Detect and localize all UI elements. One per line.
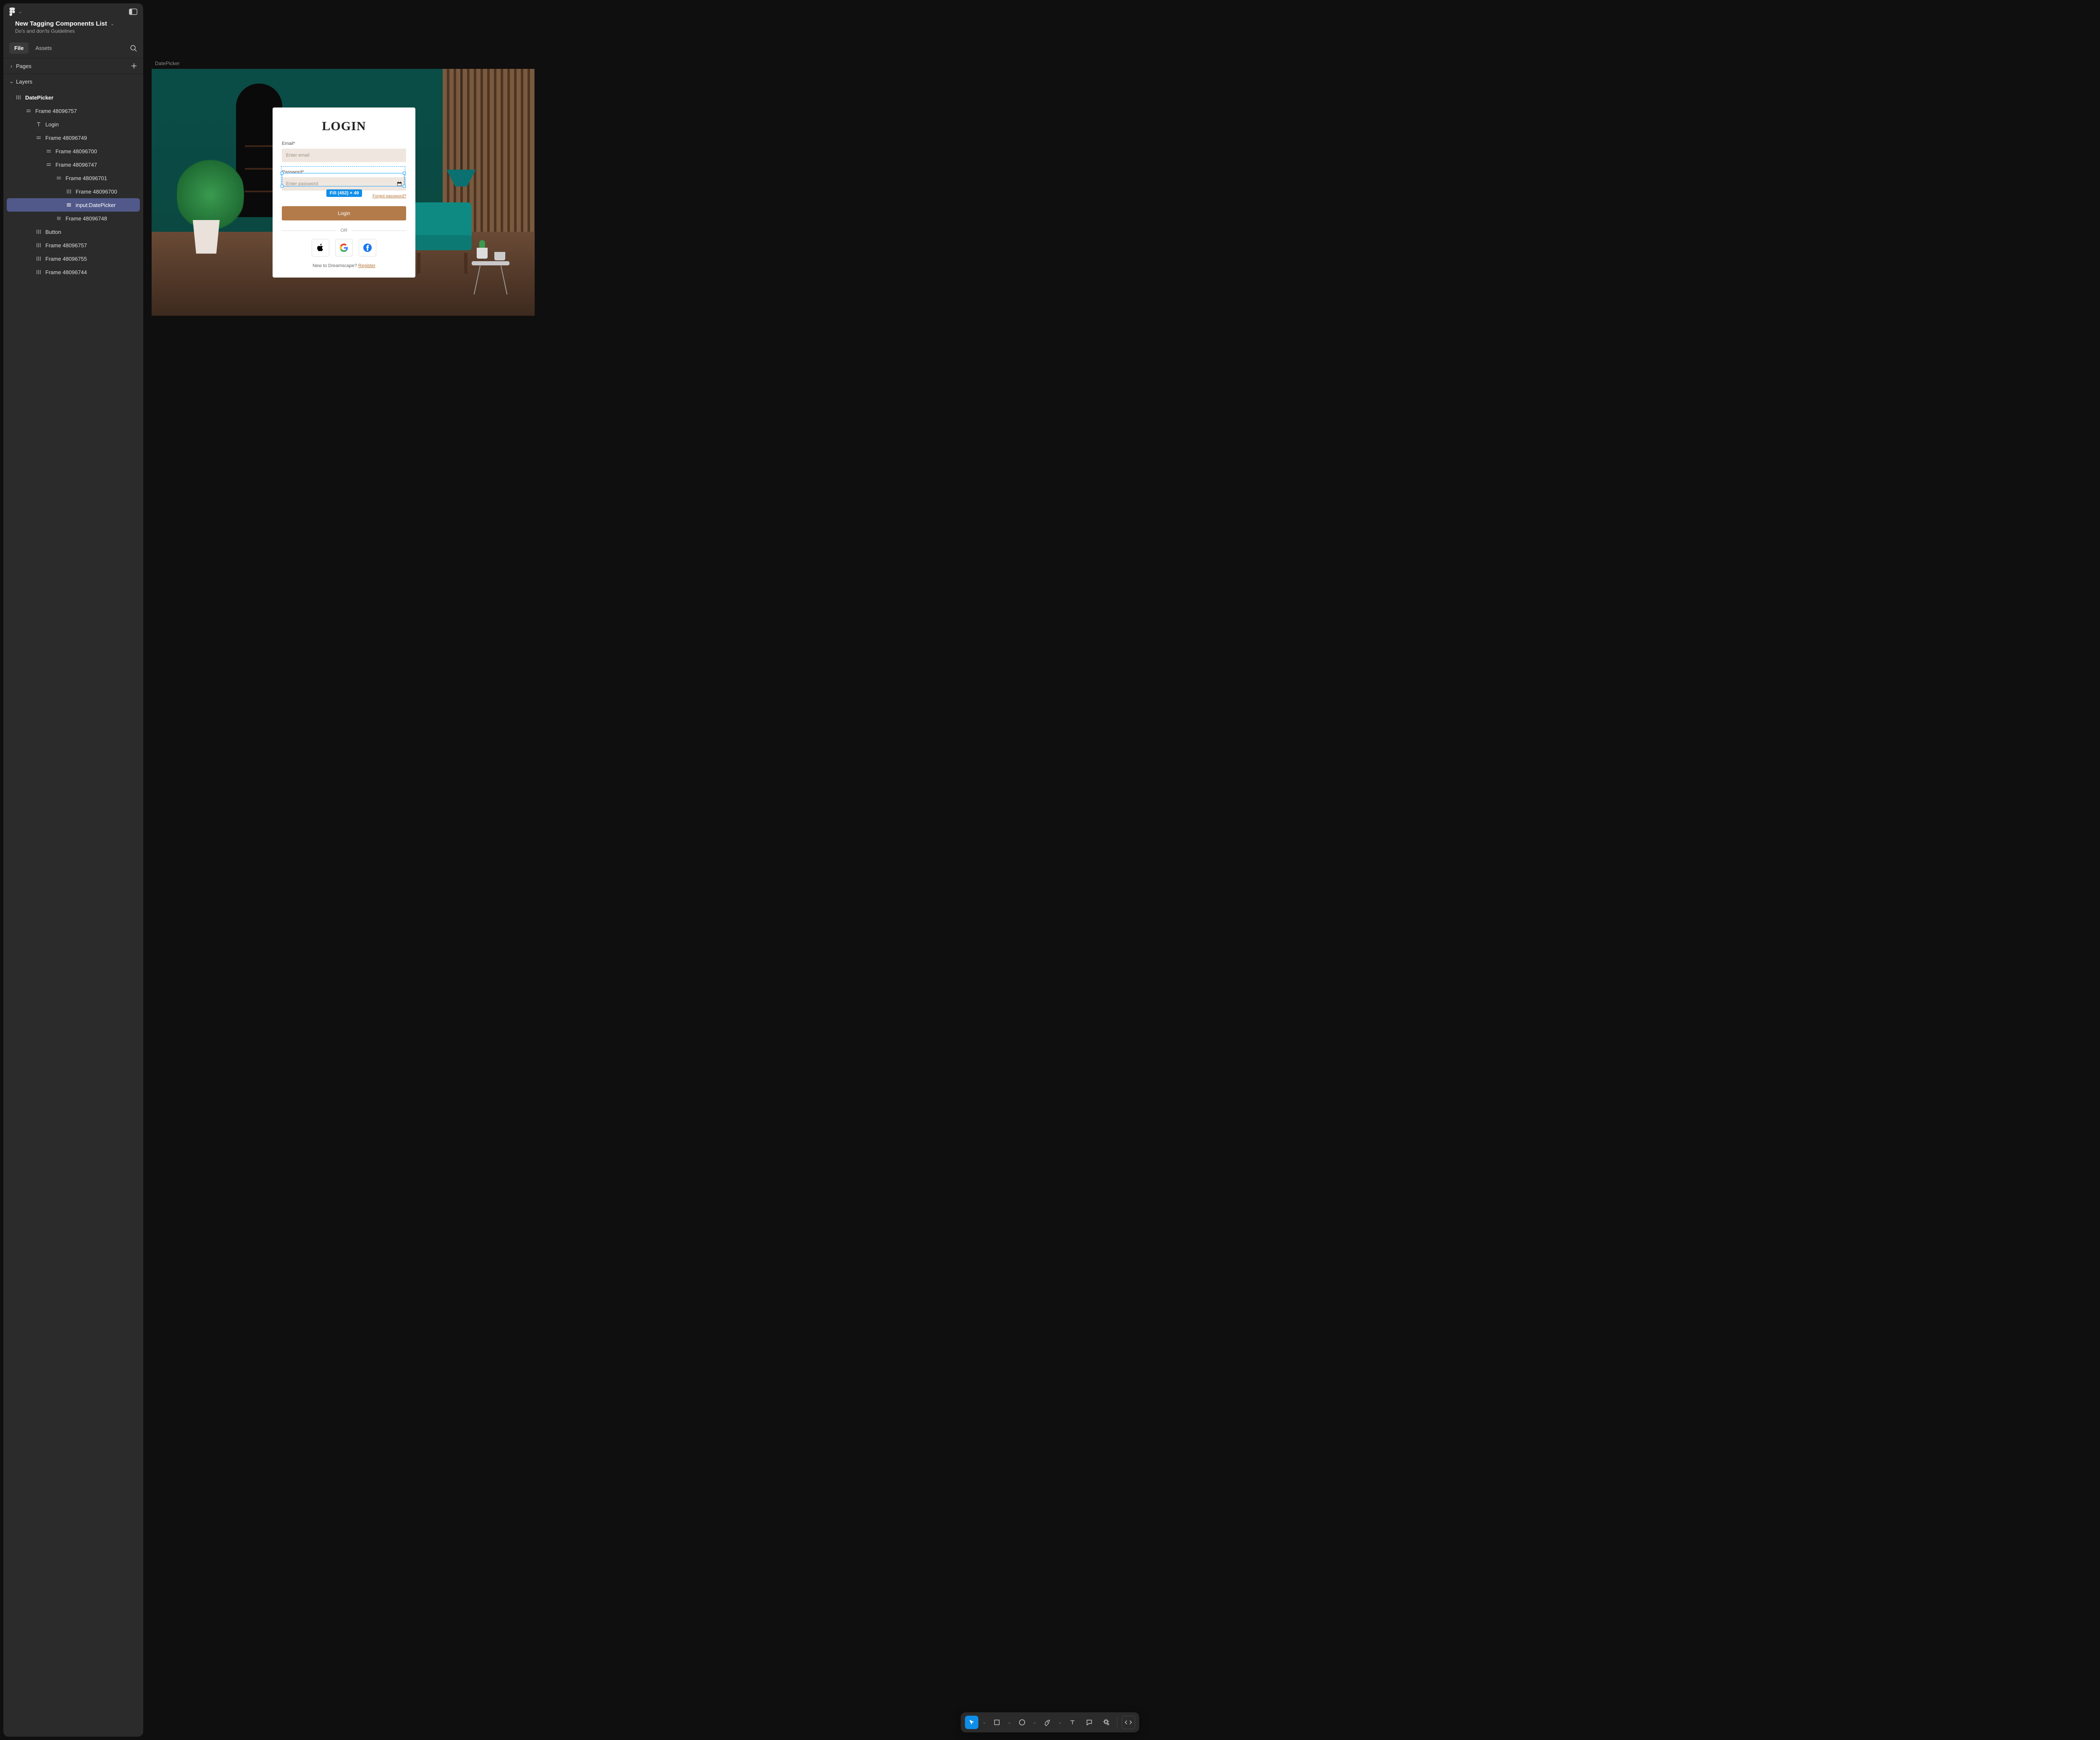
bars-v-icon bbox=[35, 255, 42, 262]
layer-row[interactable]: Frame 48096757 bbox=[7, 238, 140, 252]
layer-label: Frame 48096700 bbox=[76, 189, 117, 195]
login-title: LOGIN bbox=[282, 119, 406, 134]
frame-tool-chevron[interactable]: ⌄ bbox=[1007, 1720, 1012, 1725]
bars-v-icon bbox=[35, 242, 42, 249]
layer-label: Frame 48096747 bbox=[55, 162, 97, 168]
move-tool-chevron[interactable]: ⌄ bbox=[982, 1720, 987, 1725]
apple-login-button[interactable] bbox=[312, 239, 329, 257]
armchair bbox=[413, 202, 472, 261]
layer-row[interactable]: Frame 48096744 bbox=[7, 265, 140, 279]
layer-label: Frame 48096744 bbox=[45, 269, 87, 275]
google-login-button[interactable] bbox=[335, 239, 353, 257]
bars-h-icon bbox=[66, 202, 72, 208]
email-placeholder: Enter email bbox=[286, 153, 310, 158]
bars-v-icon bbox=[35, 228, 42, 235]
bars-v-icon bbox=[15, 94, 22, 101]
apple-icon bbox=[317, 244, 324, 252]
calendar-icon[interactable] bbox=[397, 181, 402, 186]
layer-label: Login bbox=[45, 121, 59, 128]
pen-tool-button[interactable] bbox=[1041, 1716, 1054, 1729]
move-tool-button[interactable] bbox=[965, 1716, 979, 1729]
frame-tool-button[interactable] bbox=[990, 1716, 1004, 1729]
stage-frame[interactable]: LOGIN Email* Enter email Password* Enter… bbox=[152, 69, 535, 316]
lines-h-icon bbox=[45, 161, 52, 168]
dev-mode-button[interactable] bbox=[1122, 1716, 1135, 1729]
layer-label: DatePicker bbox=[25, 94, 53, 101]
side-table bbox=[472, 261, 509, 265]
lamp-cord bbox=[461, 69, 462, 170]
layer-label: Frame 48096700 bbox=[55, 148, 97, 155]
layer-label: Frame 48096757 bbox=[45, 242, 87, 249]
toolbar-separator bbox=[1117, 1717, 1118, 1727]
layer-row[interactable]: Frame 48096749 bbox=[7, 131, 140, 144]
layer-row[interactable]: Frame 48096748 bbox=[7, 212, 140, 225]
password-field[interactable]: Enter password bbox=[282, 177, 406, 191]
layer-row[interactable]: Frame 48096747 bbox=[7, 158, 140, 171]
comment-tool-button[interactable] bbox=[1083, 1716, 1096, 1729]
password-label: Password* bbox=[282, 170, 406, 175]
chevron-down-icon: ⌄ bbox=[9, 78, 13, 85]
pages-section-header[interactable]: ›Pages bbox=[3, 58, 143, 74]
bars-v-icon bbox=[35, 269, 42, 275]
layer-row[interactable]: Frame 48096701 bbox=[7, 171, 140, 185]
lines-h-icon bbox=[35, 134, 42, 141]
shape-tool-chevron[interactable]: ⌄ bbox=[1032, 1720, 1037, 1725]
left-panel: ⌄ New Tagging Components List ⌄ Do's and… bbox=[3, 3, 143, 1737]
chevron-down-icon: ⌄ bbox=[18, 10, 22, 14]
layer-row[interactable]: Frame 48096757 bbox=[7, 104, 140, 118]
layer-row[interactable]: Login bbox=[7, 118, 140, 131]
facebook-login-button[interactable] bbox=[359, 239, 376, 257]
tab-file[interactable]: File bbox=[9, 42, 29, 54]
or-divider: OR bbox=[282, 228, 406, 233]
text-icon bbox=[35, 121, 42, 128]
project-title[interactable]: New Tagging Components List bbox=[15, 20, 107, 27]
lines-h-icon bbox=[25, 107, 32, 114]
layers-tree: DatePicker Frame 48096757 Login Frame 48096… bbox=[3, 89, 143, 1737]
layer-label: Frame 48096701 bbox=[66, 175, 107, 181]
layer-label: Frame 48096748 bbox=[66, 215, 107, 222]
chevron-down-icon[interactable]: ⌄ bbox=[110, 21, 114, 26]
canvas[interactable]: DatePicker LOGIN Email* bbox=[143, 0, 2100, 1740]
layer-row[interactable]: Frame 48096700 bbox=[7, 144, 140, 158]
figma-menu[interactable]: ⌄ bbox=[9, 8, 22, 16]
figma-logo-icon bbox=[9, 8, 16, 16]
search-icon[interactable] bbox=[130, 45, 137, 52]
bars-v-icon bbox=[66, 188, 72, 195]
add-page-button[interactable] bbox=[131, 63, 137, 69]
layer-label: Frame 48096755 bbox=[45, 256, 87, 262]
layer-label: Frame 48096757 bbox=[35, 108, 77, 114]
bars-vs-icon bbox=[55, 215, 62, 222]
layer-row[interactable]: input:DatePicker bbox=[7, 198, 140, 212]
layer-label: Frame 48096749 bbox=[45, 135, 87, 141]
login-button[interactable]: Login bbox=[282, 206, 406, 220]
bottom-toolbar: ⌄ ⌄ ⌄ ⌄ bbox=[961, 1712, 1139, 1732]
lines-h-icon bbox=[55, 175, 62, 181]
text-tool-button[interactable] bbox=[1066, 1716, 1079, 1729]
email-label: Email* bbox=[282, 141, 406, 146]
register-row: New to Dreamscape? Register bbox=[282, 263, 406, 268]
pen-tool-chevron[interactable]: ⌄ bbox=[1058, 1720, 1063, 1725]
layers-section-header[interactable]: ⌄Layers bbox=[3, 74, 143, 89]
layer-row[interactable]: Button bbox=[7, 225, 140, 238]
chevron-right-icon: › bbox=[9, 63, 13, 69]
layer-label: input:DatePicker bbox=[76, 202, 116, 208]
tab-assets[interactable]: Assets bbox=[30, 42, 57, 54]
lines-h-icon bbox=[45, 148, 52, 155]
selection-dimensions-badge: Fill (452) × 49 bbox=[326, 189, 362, 197]
layer-row[interactable]: DatePicker bbox=[7, 91, 140, 104]
actions-tool-button[interactable] bbox=[1100, 1716, 1113, 1729]
frame-label[interactable]: DatePicker bbox=[155, 60, 2095, 66]
password-placeholder: Enter password bbox=[286, 181, 318, 186]
panel-toggle-button[interactable] bbox=[129, 8, 137, 15]
layer-row[interactable]: Frame 48096700 bbox=[7, 185, 140, 198]
layer-label: Button bbox=[45, 229, 61, 235]
google-icon bbox=[340, 244, 348, 252]
email-field[interactable]: Enter email bbox=[282, 149, 406, 162]
register-link[interactable]: Register bbox=[358, 263, 375, 268]
plant bbox=[181, 161, 223, 254]
layer-row[interactable]: Frame 48096755 bbox=[7, 252, 140, 265]
project-subtitle: Do's and don'ts Guidelines bbox=[15, 28, 136, 34]
shape-tool-button[interactable] bbox=[1016, 1716, 1029, 1729]
facebook-icon bbox=[363, 244, 372, 252]
